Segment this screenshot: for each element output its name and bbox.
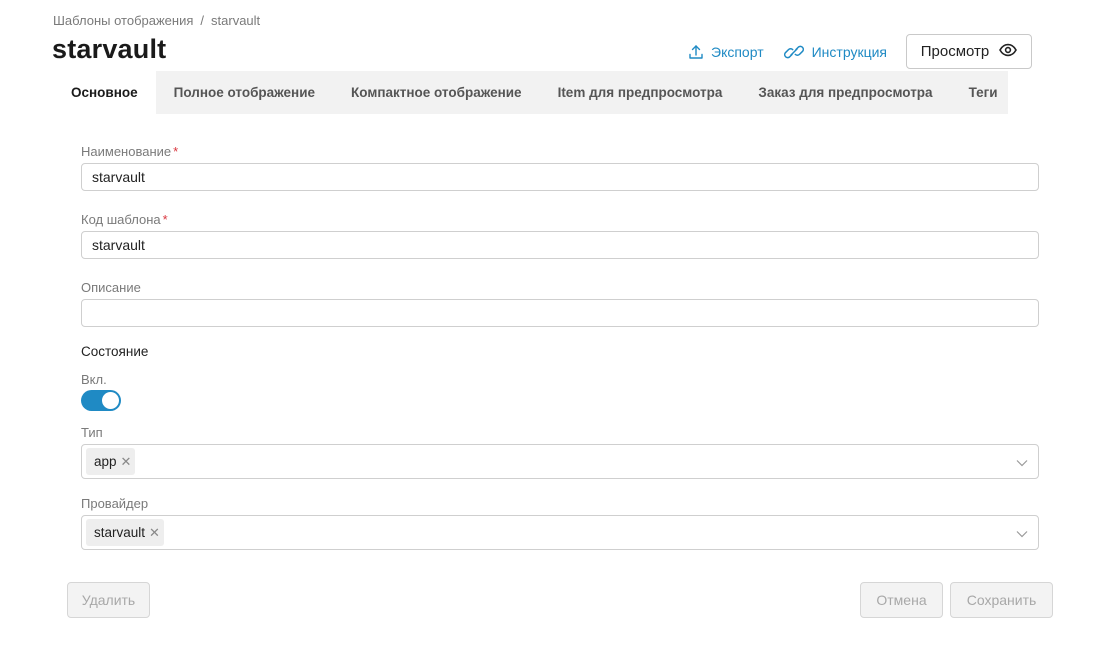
type-select[interactable]: app ✕ <box>81 444 1039 479</box>
name-label-text: Наименование <box>81 144 172 159</box>
page-title: starvault <box>52 34 167 64</box>
upload-icon <box>688 44 704 60</box>
provider-chip: starvault ✕ <box>86 519 164 546</box>
type-chip: app ✕ <box>86 448 136 475</box>
code-label-text: Код шаблона <box>81 212 161 227</box>
name-input[interactable] <box>81 163 1039 191</box>
description-input[interactable] <box>81 299 1039 327</box>
toggle-label: Вкл. <box>81 372 107 387</box>
instruction-button[interactable]: Инструкция <box>783 44 887 60</box>
eye-icon <box>999 43 1018 61</box>
required-marker: * <box>162 212 168 227</box>
preview-button[interactable]: Просмотр <box>906 34 1032 69</box>
tab-order-preview[interactable]: Заказ для предпросмотра <box>740 71 950 114</box>
provider-select[interactable]: starvault ✕ <box>81 515 1039 550</box>
breadcrumb-current: starvault <box>211 13 261 28</box>
instruction-label: Инструкция <box>811 43 887 60</box>
code-input[interactable] <box>81 231 1039 259</box>
save-button[interactable]: Сохранить <box>950 582 1053 618</box>
type-label: Тип <box>81 425 103 440</box>
tab-full-display[interactable]: Полное отображение <box>156 71 333 114</box>
description-label: Описание <box>81 280 141 295</box>
tab-tags[interactable]: Теги <box>951 71 1016 114</box>
tab-compact-display[interactable]: Компактное отображение <box>333 71 540 114</box>
toggle-knob <box>102 392 119 409</box>
preview-label: Просмотр <box>920 43 990 60</box>
state-toggle[interactable] <box>81 390 121 411</box>
export-label: Экспорт <box>711 43 764 60</box>
link-icon <box>783 44 805 60</box>
export-button[interactable]: Экспорт <box>688 44 764 60</box>
breadcrumb-separator: / <box>200 13 205 28</box>
tab-general[interactable]: Основное <box>53 71 156 114</box>
breadcrumb-parent[interactable]: Шаблоны отображения <box>53 13 193 28</box>
code-label: Код шаблона * <box>81 212 1039 227</box>
type-chip-label: app <box>94 454 117 469</box>
header-actions: Экспорт Инструкция Просмотр <box>688 34 1032 69</box>
required-marker: * <box>173 144 179 159</box>
close-icon[interactable]: ✕ <box>149 526 160 539</box>
state-section-title: Состояние <box>81 344 149 359</box>
tab-bar: Основное Полное отображение Компактное о… <box>53 71 1008 114</box>
breadcrumb: Шаблоны отображения / starvault <box>53 13 260 28</box>
name-label: Наименование * <box>81 144 1039 159</box>
template-form: Наименование* Код шаблона* Описание Сост… <box>81 144 1039 550</box>
chevron-down-icon[interactable] <box>1016 527 1028 545</box>
tab-item-preview[interactable]: Item для предпросмотра <box>540 71 741 114</box>
delete-button[interactable]: Удалить <box>67 582 150 618</box>
close-icon[interactable]: ✕ <box>121 455 132 468</box>
provider-chip-label: starvault <box>94 525 146 540</box>
cancel-button[interactable]: Отмена <box>860 582 943 618</box>
provider-label: Провайдер <box>81 496 149 511</box>
chevron-down-icon[interactable] <box>1016 456 1028 474</box>
